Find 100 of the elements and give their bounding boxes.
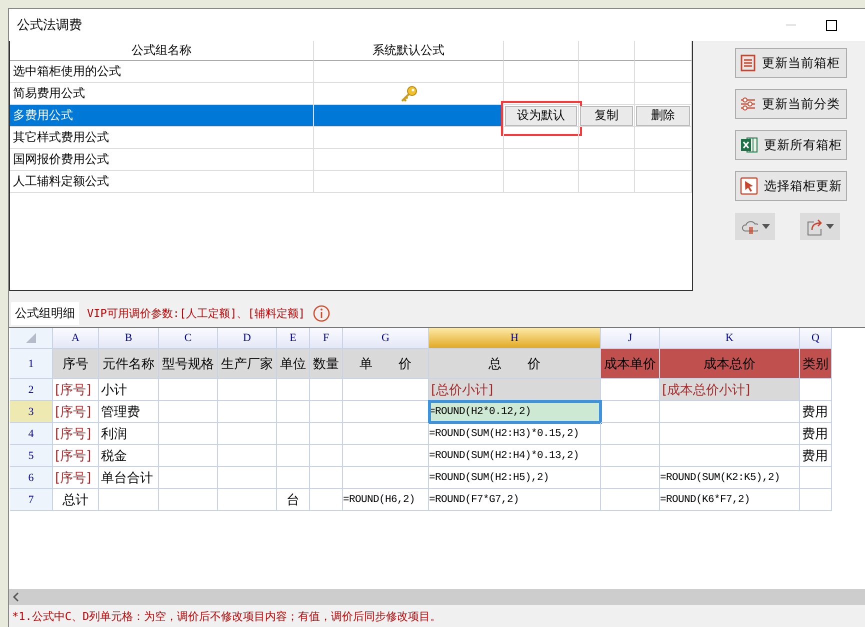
- table-cell: 元件名称: [99, 349, 159, 379]
- detail-tab[interactable]: 公式组明细: [11, 302, 79, 324]
- cursor-icon: [740, 177, 758, 195]
- table-cell: 单台合计: [99, 467, 159, 489]
- table-cell: 成本单价: [601, 349, 660, 379]
- column-header[interactable]: G: [343, 328, 429, 349]
- table-cell: [310, 467, 343, 489]
- maximize-icon[interactable]: [826, 20, 837, 30]
- table-cell: 单位: [277, 349, 310, 379]
- table-cell: [序号]: [53, 379, 99, 401]
- table-cell: [579, 149, 635, 171]
- formula-group-row[interactable]: 其它样式费用公式: [10, 127, 314, 149]
- table-cell: 管理费: [99, 401, 159, 423]
- table-cell: [310, 423, 343, 445]
- sliders-icon: [740, 96, 756, 112]
- column-header[interactable]: B: [99, 328, 159, 349]
- table-cell: 费用: [800, 445, 832, 467]
- row-action-button[interactable]: 设为默认: [505, 106, 577, 126]
- table-cell: [635, 61, 692, 83]
- side-button[interactable]: 选择箱柜更新: [735, 171, 847, 201]
- table-cell: 费用: [800, 423, 832, 445]
- table-cell: [159, 423, 218, 445]
- table-cell: [277, 423, 310, 445]
- column-header[interactable]: H: [429, 328, 601, 349]
- formula-group-row[interactable]: 人工辅料定额公式: [10, 171, 314, 193]
- table-cell: 税金: [99, 445, 159, 467]
- row-header[interactable]: 2: [10, 379, 53, 401]
- table-cell: [277, 401, 310, 423]
- column-header[interactable]: Q: [800, 328, 832, 349]
- table-cell: [277, 379, 310, 401]
- table-cell: [310, 379, 343, 401]
- table-cell: [635, 149, 692, 171]
- cabinet-icon: [740, 54, 756, 72]
- table-cell: =ROUND(H6,2): [343, 489, 429, 511]
- caret-icon: [826, 224, 834, 229]
- row-header[interactable]: 3: [10, 401, 53, 423]
- table-cell: [800, 489, 832, 511]
- row-header[interactable]: 1: [10, 349, 53, 379]
- table-cell: [序号]: [53, 445, 99, 467]
- table-cell: [159, 379, 218, 401]
- cloud-icon: [740, 218, 758, 234]
- table-cell: [800, 379, 832, 401]
- row-action-button[interactable]: 删除: [636, 106, 690, 126]
- table-cell: [601, 489, 660, 511]
- table-cell: [601, 445, 660, 467]
- table-cell: [序号]: [53, 401, 99, 423]
- caret-icon: [762, 224, 770, 229]
- table-cell: [310, 401, 343, 423]
- row-header[interactable]: 4: [10, 423, 53, 445]
- formula-group-row[interactable]: 多费用公式: [10, 105, 314, 127]
- table-cell: 利润: [99, 423, 159, 445]
- table-cell: 小计: [99, 379, 159, 401]
- row-header[interactable]: 5: [10, 445, 53, 467]
- column-header[interactable]: D: [218, 328, 277, 349]
- table-cell: [成本总价小计]: [660, 379, 800, 401]
- table-cell: [635, 41, 692, 61]
- horizontal-scrollbar[interactable]: [9, 589, 865, 605]
- table-cell: [635, 171, 692, 193]
- table-cell: =ROUND(SUM(H2:H4)*0.13,2): [429, 445, 601, 467]
- footer-note: *1.公式中C、D列单元格：为空，调价后不修改项目内容；有值，调价后同步修改项目。: [11, 608, 442, 624]
- table-cell: [277, 445, 310, 467]
- export-dropdown-button[interactable]: [800, 213, 840, 240]
- table-cell: [218, 489, 277, 511]
- table-cell: 单 价: [343, 349, 429, 379]
- info-icon[interactable]: [312, 304, 330, 322]
- column-header: 公式组名称: [10, 41, 314, 61]
- table-cell: [159, 467, 218, 489]
- side-button[interactable]: 更新当前箱柜: [735, 48, 847, 78]
- column-header[interactable]: J: [601, 328, 660, 349]
- formula-group-row[interactable]: 国网报价费用公式: [10, 149, 314, 171]
- column-header[interactable]: A: [53, 328, 99, 349]
- table-cell: =ROUND(SUM(H2:H3)*0.15,2): [429, 423, 601, 445]
- side-button[interactable]: 更新所有箱柜: [735, 130, 847, 160]
- column-header[interactable]: C: [159, 328, 218, 349]
- cloud-dropdown-button[interactable]: [735, 213, 775, 240]
- table-cell: [218, 379, 277, 401]
- table-cell: [159, 445, 218, 467]
- table-cell: [579, 171, 635, 193]
- column-header[interactable]: K: [660, 328, 800, 349]
- table-cell: [218, 445, 277, 467]
- table-cell: [序号]: [53, 423, 99, 445]
- table-cell: [159, 401, 218, 423]
- table-cell: =ROUND(SUM(K2:K5),2): [660, 467, 800, 489]
- table-cell: [579, 41, 635, 61]
- table-cell: 序号: [53, 349, 99, 379]
- column-header[interactable]: F: [310, 328, 343, 349]
- row-action-button[interactable]: 复制: [580, 106, 633, 126]
- table-cell: 数量: [310, 349, 343, 379]
- side-button[interactable]: 更新当前分类: [735, 89, 847, 119]
- formula-group-row[interactable]: 选中箱柜使用的公式: [10, 61, 314, 83]
- column-header[interactable]: E: [277, 328, 310, 349]
- row-header[interactable]: 7: [10, 489, 53, 511]
- table-cell: 费用: [800, 401, 832, 423]
- table-cell: 总 价: [429, 349, 601, 379]
- row-header[interactable]: 6: [10, 467, 53, 489]
- table-cell: [601, 467, 660, 489]
- table-cell: [总价小计]: [429, 379, 601, 401]
- spreadsheet-icon: [740, 136, 758, 154]
- table-cell: 型号规格: [159, 349, 218, 379]
- table-cell: [159, 489, 218, 511]
